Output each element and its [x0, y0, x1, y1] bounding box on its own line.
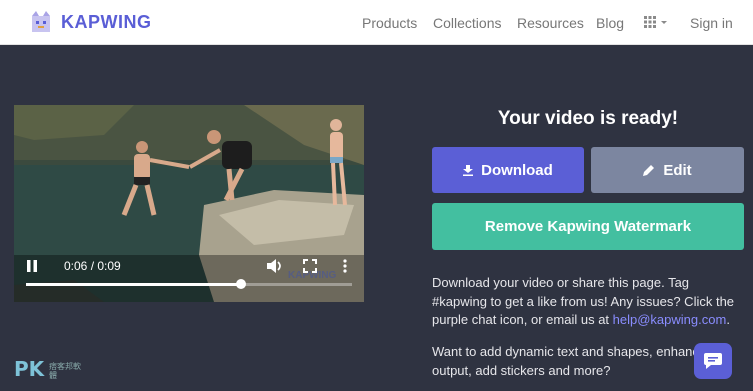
pause-icon[interactable] — [26, 260, 38, 272]
chat-bubble-icon — [704, 353, 722, 369]
site-watermark-subtitle: 痞客邦軟體 — [49, 362, 81, 380]
video-progress-track[interactable] — [26, 279, 352, 289]
share-info-text: Download your video or share this page. … — [432, 274, 744, 330]
remove-watermark-button[interactable]: Remove Kapwing Watermark — [432, 203, 744, 250]
edit-label: Edit — [663, 161, 692, 179]
support-email-link[interactable]: help@kapwing.com — [613, 312, 727, 327]
upsell-text: Want to add dynamic text and shapes, enh… — [432, 344, 707, 378]
video-progress-played — [26, 283, 242, 286]
video-time: 0:06 / 0:09 — [64, 259, 121, 273]
brand-name[interactable]: KAPWING — [61, 12, 152, 33]
download-icon — [463, 164, 474, 176]
page-title: Your video is ready! — [497, 108, 679, 129]
nav-signin[interactable]: Sign in — [690, 15, 733, 31]
apps-grid-icon[interactable] — [644, 15, 670, 31]
nav-blog[interactable]: Blog — [596, 15, 624, 31]
volume-icon[interactable] — [266, 258, 282, 274]
chat-button[interactable] — [694, 343, 732, 379]
top-nav: KAPWING Products Collections Resources B… — [0, 0, 753, 45]
video-player[interactable]: 0:06 / 0:09 KAPWING — [14, 105, 364, 302]
remove-watermark-label: Remove Kapwing Watermark — [484, 218, 692, 235]
download-label: Download — [481, 161, 553, 179]
kapwing-logo-icon[interactable] — [30, 10, 52, 34]
pencil-icon — [643, 165, 655, 176]
fullscreen-icon[interactable] — [303, 259, 317, 273]
nav-products[interactable]: Products — [362, 15, 417, 31]
edit-button[interactable]: Edit — [591, 147, 744, 193]
download-button[interactable]: Download — [432, 147, 584, 193]
nav-resources[interactable]: Resources — [517, 15, 584, 31]
nav-collections[interactable]: Collections — [433, 15, 501, 31]
site-watermark-logo: PK — [14, 357, 45, 381]
share-info-end: . — [726, 312, 730, 327]
more-options-icon[interactable] — [342, 259, 348, 273]
